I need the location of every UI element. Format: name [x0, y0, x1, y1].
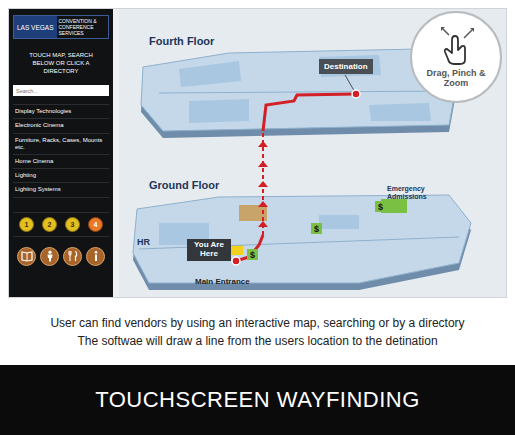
- directory-item[interactable]: Furniture, Racks, Cases, Mounts etc.: [13, 134, 109, 155]
- route-ground: [236, 235, 263, 261]
- directory-item[interactable]: Lighting: [13, 169, 109, 183]
- gesture-hint: Drag, Pinch & Zoom: [410, 11, 502, 103]
- up-arrow-icon: [258, 221, 268, 227]
- dining-icon: [67, 250, 79, 262]
- atm-marker: $: [311, 223, 322, 234]
- floor-label: Fourth Floor: [149, 35, 214, 47]
- floor-label: Ground Floor: [149, 179, 219, 191]
- area-label: Emergency Admissions: [387, 185, 439, 201]
- destination-label: Destination: [319, 59, 373, 74]
- directory-item[interactable]: Display Technologies: [13, 105, 109, 119]
- caption-line: User can find vendors by using an intera…: [50, 314, 464, 332]
- amenity-button[interactable]: [40, 247, 59, 266]
- gesture-text: Drag, Pinch & Zoom: [424, 68, 488, 89]
- directory-item[interactable]: Home Cinema: [13, 155, 109, 169]
- room: [189, 99, 249, 123]
- room: [319, 55, 381, 77]
- footer-banner: TOUCHSCREEN WAYFINDING: [0, 365, 515, 435]
- sidebar: LAS VEGASCONVENTION & CONFERENCE SERVICE…: [9, 9, 113, 297]
- caption: User can find vendors by using an intera…: [0, 298, 515, 365]
- up-arrow-icon: [258, 201, 268, 207]
- page: LAS VEGASCONVENTION & CONFERENCE SERVICE…: [0, 0, 515, 435]
- logo: LAS VEGASCONVENTION & CONFERENCE SERVICE…: [13, 15, 109, 39]
- info-point: [231, 245, 243, 255]
- room: [369, 103, 431, 121]
- floor-buttons: 1234: [13, 212, 109, 237]
- amenity-button[interactable]: [63, 247, 82, 266]
- interactive-map[interactable]: Fourth Floor Ground Floor Destination You A…: [119, 9, 506, 297]
- up-arrow-icon: [258, 141, 268, 147]
- directory: Display TechnologiesElectronic CinemaFur…: [13, 104, 109, 197]
- room: [179, 61, 241, 87]
- origin-label: You Are Here: [187, 239, 231, 261]
- restroom-icon: [44, 250, 56, 262]
- footer-title: TOUCHSCREEN WAYFINDING: [95, 387, 420, 413]
- destination-pin: [352, 90, 360, 98]
- directory-item[interactable]: Lighting Systems: [13, 183, 109, 197]
- logo-secondary: CONVENTION & CONFERENCE SERVICES: [57, 16, 109, 38]
- atm-marker: $: [375, 201, 386, 212]
- caption-line: The softwae will draw a line from the us…: [77, 332, 437, 350]
- entrance-label: Main Entrance: [195, 277, 250, 286]
- up-arrow-icon: [258, 181, 268, 187]
- logo-primary: LAS VEGAS: [14, 16, 57, 38]
- floor-button[interactable]: 3: [65, 217, 80, 232]
- route-fourth: [263, 94, 356, 131]
- search-input[interactable]: [13, 85, 109, 96]
- room: [319, 215, 359, 229]
- floor-button[interactable]: 1: [19, 217, 34, 232]
- amenity-button[interactable]: [86, 247, 105, 266]
- up-arrow-icon: [258, 161, 268, 167]
- floor-button[interactable]: 4: [88, 217, 103, 232]
- prompt: TOUCH MAP, SEARCH BELOW OR CLICK A DIREC…: [25, 51, 97, 75]
- ground-floor-plan: [133, 195, 471, 283]
- amenity-buttons: [13, 247, 109, 266]
- info-icon: [90, 250, 102, 262]
- pinch-gesture-icon: [434, 26, 478, 66]
- kiosk-screenshot: LAS VEGASCONVENTION & CONFERENCE SERVICE…: [8, 8, 507, 298]
- origin-pin: [232, 257, 240, 265]
- atm-marker: $: [247, 249, 258, 260]
- floor-button[interactable]: 2: [42, 217, 57, 232]
- book-icon: [21, 250, 33, 262]
- corridor: [159, 91, 449, 93]
- amenity-button[interactable]: [17, 247, 36, 266]
- directory-item[interactable]: Electronic Cinema: [13, 119, 109, 133]
- area-label: HR: [137, 237, 167, 247]
